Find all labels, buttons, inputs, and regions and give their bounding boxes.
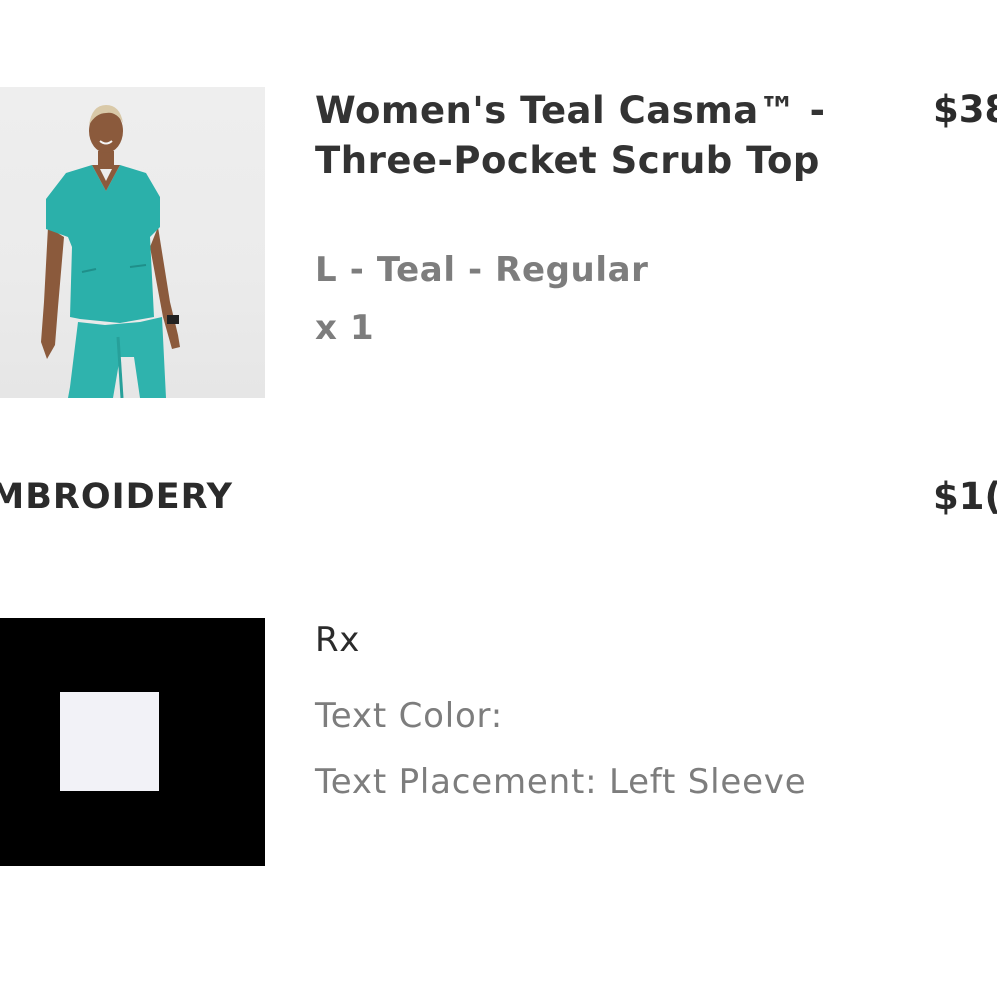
product-quantity: x 1 [315,308,375,348]
embroidery-color-swatch [0,618,265,866]
embroidery-price: $1( [933,475,997,518]
product-title[interactable]: Women's Teal Casma™ - Three-Pocket Scrub… [315,86,855,186]
order-summary-page: Women's Teal Casma™ - Three-Pocket Scrub… [0,0,997,997]
embroidery-text-value: Rx [315,620,360,660]
product-variant: L - Teal - Regular [315,250,649,290]
swatch-color-square [60,692,159,791]
embroidery-text-placement: Text Placement: Left Sleeve [315,762,807,802]
product-price: $38 [933,88,997,131]
embroidery-heading: MBROIDERY [0,477,233,517]
embroidery-text-color: Text Color: [315,696,503,736]
scrub-top-model-photo-icon [41,105,180,398]
product-image[interactable] [0,87,265,398]
